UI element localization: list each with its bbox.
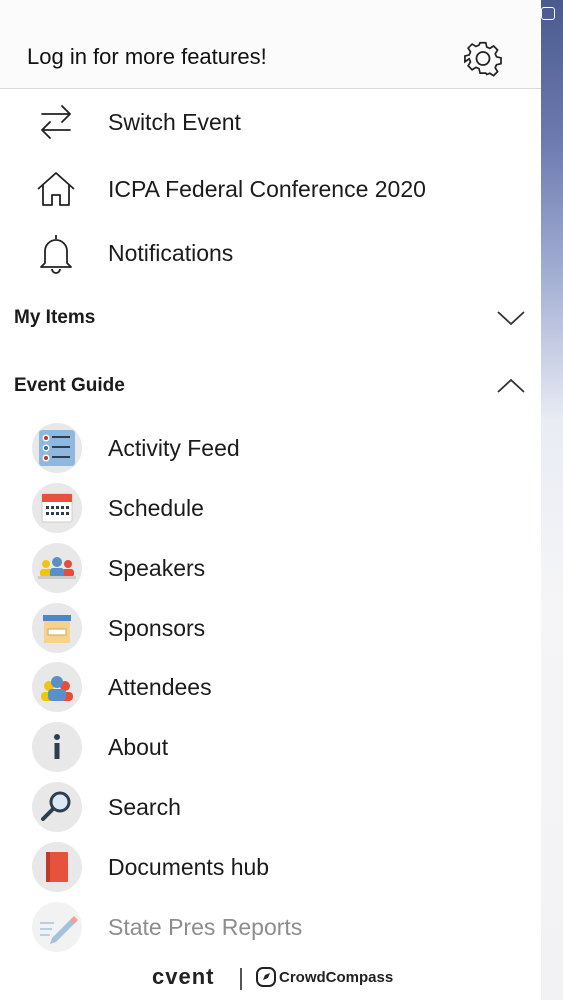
info-icon bbox=[32, 722, 82, 772]
event-home-label: ICPA Federal Conference 2020 bbox=[108, 176, 426, 202]
chevron-up-icon[interactable] bbox=[495, 374, 527, 398]
navigation-drawer: Log in for more features! Switch Event I… bbox=[0, 0, 541, 1000]
guide-item-state-pres-reports[interactable]: State Pres Reports bbox=[0, 897, 541, 957]
cvent-logo: cvent bbox=[152, 964, 215, 989]
battery-icon bbox=[541, 7, 555, 20]
speakers-icon bbox=[32, 543, 82, 593]
guide-item-activity-feed[interactable]: Activity Feed bbox=[0, 418, 541, 478]
guide-item-label: Sponsors bbox=[108, 615, 206, 641]
guide-item-sponsors[interactable]: Sponsors bbox=[0, 598, 541, 658]
guide-item-documents-hub[interactable]: Documents hub bbox=[0, 837, 541, 897]
magnifier-icon bbox=[32, 782, 82, 832]
storefront-icon bbox=[32, 603, 82, 653]
notifications-label: Notifications bbox=[108, 240, 234, 266]
guide-item-speakers[interactable]: Speakers bbox=[0, 538, 541, 598]
calendar-icon bbox=[32, 483, 82, 533]
background-app-edge bbox=[541, 0, 563, 1000]
guide-item-attendees[interactable]: Attendees bbox=[0, 657, 541, 717]
footer-branding: cvent CrowdCompass bbox=[0, 958, 541, 1000]
bell-icon bbox=[40, 235, 72, 274]
crowdcompass-wordmark: CrowdCompass bbox=[279, 969, 394, 986]
guide-item-search[interactable]: Search bbox=[0, 777, 541, 837]
switch-event-item[interactable]: Switch Event bbox=[0, 92, 541, 152]
login-prompt[interactable]: Log in for more features! bbox=[27, 44, 267, 70]
guide-item-label: Activity Feed bbox=[108, 435, 240, 461]
event-guide-heading: Event Guide bbox=[14, 375, 125, 396]
guide-item-label: Search bbox=[108, 794, 181, 820]
pencil-icon bbox=[32, 902, 82, 952]
notifications-item[interactable]: Notifications bbox=[0, 223, 541, 283]
activity-feed-icon bbox=[32, 423, 82, 473]
switch-event-label: Switch Event bbox=[108, 109, 241, 135]
my-items-heading: My Items bbox=[14, 307, 96, 328]
guide-item-label: State Pres Reports bbox=[108, 914, 303, 940]
chevron-down-icon[interactable] bbox=[495, 306, 527, 330]
guide-item-label: Documents hub bbox=[108, 854, 270, 880]
switch-arrows-icon bbox=[41, 105, 71, 139]
my-items-section[interactable]: My Items bbox=[0, 298, 541, 338]
footer-divider bbox=[240, 968, 242, 990]
home-icon bbox=[37, 172, 75, 206]
guide-item-label: Attendees bbox=[108, 674, 212, 700]
guide-item-about[interactable]: About bbox=[0, 717, 541, 777]
guide-item-schedule[interactable]: Schedule bbox=[0, 478, 541, 538]
crowdcompass-logo-icon bbox=[256, 967, 276, 987]
guide-item-label: Schedule bbox=[108, 495, 204, 521]
attendees-icon bbox=[32, 662, 82, 712]
event-home-item[interactable]: ICPA Federal Conference 2020 bbox=[0, 159, 541, 219]
guide-item-label: About bbox=[108, 734, 169, 760]
guide-item-label: Speakers bbox=[108, 555, 206, 581]
drawer-header: Log in for more features! bbox=[0, 0, 541, 89]
event-guide-section[interactable]: Event Guide bbox=[0, 366, 541, 406]
gear-icon[interactable] bbox=[463, 38, 503, 78]
book-icon bbox=[32, 842, 82, 892]
